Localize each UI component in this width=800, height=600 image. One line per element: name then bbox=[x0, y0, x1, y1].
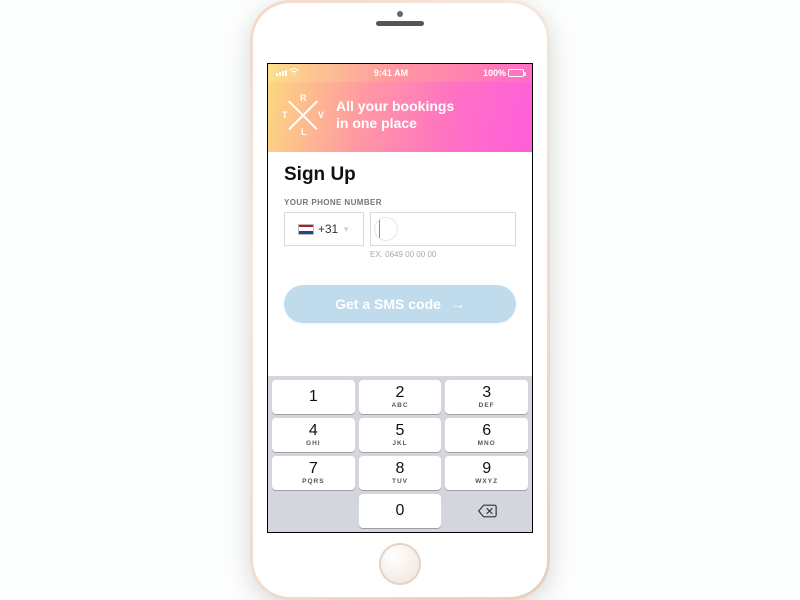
phone-device-frame: 9:41 AM 100% T R V L All your bookings i… bbox=[250, 0, 550, 600]
key-letters: ABC bbox=[391, 402, 408, 409]
wifi-icon bbox=[289, 68, 299, 78]
keypad-delete-button[interactable] bbox=[445, 494, 528, 528]
phone-number-input[interactable] bbox=[370, 212, 516, 246]
keypad-key-1[interactable]: 1 bbox=[272, 380, 355, 414]
hero-tagline: All your bookings in one place bbox=[336, 98, 454, 133]
key-letters: WXYZ bbox=[475, 478, 498, 485]
hero-line-2: in one place bbox=[336, 115, 454, 133]
battery-percent: 100% bbox=[483, 68, 506, 78]
speaker-grille bbox=[376, 21, 424, 26]
flag-netherlands-icon bbox=[298, 224, 314, 235]
get-sms-code-button[interactable]: Get a SMS code → bbox=[284, 285, 516, 323]
keypad-key-3[interactable]: 3 DEF bbox=[445, 380, 528, 414]
key-letters: GHI bbox=[306, 440, 321, 447]
app-logo: T R V L bbox=[284, 96, 322, 134]
country-code-value: +31 bbox=[318, 222, 338, 236]
screen: 9:41 AM 100% T R V L All your bookings i… bbox=[267, 63, 533, 533]
keypad-key-6[interactable]: 6 MNO bbox=[445, 418, 528, 452]
backspace-icon bbox=[477, 504, 497, 518]
logo-letter-l: L bbox=[301, 127, 307, 137]
key-letters: DEF bbox=[479, 402, 495, 409]
keypad-key-8[interactable]: 8 TUV bbox=[359, 456, 442, 490]
key-digit: 7 bbox=[309, 461, 318, 477]
key-digit: 3 bbox=[482, 385, 491, 401]
logo-letter-r: R bbox=[300, 93, 307, 103]
hero-line-1: All your bookings bbox=[336, 98, 454, 116]
camera-dot bbox=[397, 11, 403, 17]
phone-example-hint: EX. 0649 00 00 00 bbox=[370, 250, 516, 259]
key-digit: 8 bbox=[396, 461, 405, 477]
home-button[interactable] bbox=[379, 543, 421, 585]
key-letters: TUV bbox=[392, 478, 408, 485]
phone-body: 9:41 AM 100% T R V L All your bookings i… bbox=[253, 3, 547, 597]
logo-letter-v: V bbox=[318, 110, 324, 120]
status-time: 9:41 AM bbox=[374, 68, 408, 78]
keypad-key-5[interactable]: 5 JKL bbox=[359, 418, 442, 452]
signal-bars-icon bbox=[276, 70, 287, 76]
hero-banner: T R V L All your bookings in one place bbox=[268, 82, 532, 152]
keypad-key-2[interactable]: 2 ABC bbox=[359, 380, 442, 414]
signup-section: Sign Up YOUR PHONE NUMBER +31 ▼ bbox=[268, 152, 532, 269]
chevron-down-icon: ▼ bbox=[342, 225, 350, 234]
keypad-key-9[interactable]: 9 WXYZ bbox=[445, 456, 528, 490]
keypad-key-4[interactable]: 4 GHI bbox=[272, 418, 355, 452]
keypad-key-7[interactable]: 7 PQRS bbox=[272, 456, 355, 490]
battery-icon bbox=[508, 69, 524, 77]
key-letters: MNO bbox=[478, 440, 496, 447]
touch-ripple-icon bbox=[374, 217, 398, 241]
phone-field-label: YOUR PHONE NUMBER bbox=[284, 198, 516, 207]
page-title: Sign Up bbox=[284, 164, 516, 186]
key-digit: 4 bbox=[309, 423, 318, 439]
cta-label: Get a SMS code bbox=[335, 296, 441, 312]
numeric-keypad: 1 2 ABC 3 DEF 4 GHI 5 JKL bbox=[268, 376, 532, 532]
status-bar: 9:41 AM 100% bbox=[268, 64, 532, 82]
key-digit: 5 bbox=[396, 423, 405, 439]
key-letters: PQRS bbox=[302, 478, 324, 485]
key-digit: 6 bbox=[482, 423, 491, 439]
keypad-blank bbox=[272, 494, 355, 528]
country-code-selector[interactable]: +31 ▼ bbox=[284, 212, 364, 246]
key-digit: 2 bbox=[396, 385, 405, 401]
keypad-key-0[interactable]: 0 bbox=[359, 494, 442, 528]
arrow-right-icon: → bbox=[451, 296, 465, 312]
logo-letter-t: T bbox=[282, 110, 288, 120]
key-digit: 9 bbox=[482, 461, 491, 477]
key-digit: 1 bbox=[309, 389, 318, 405]
key-digit: 0 bbox=[396, 503, 405, 519]
key-letters: JKL bbox=[392, 440, 407, 447]
